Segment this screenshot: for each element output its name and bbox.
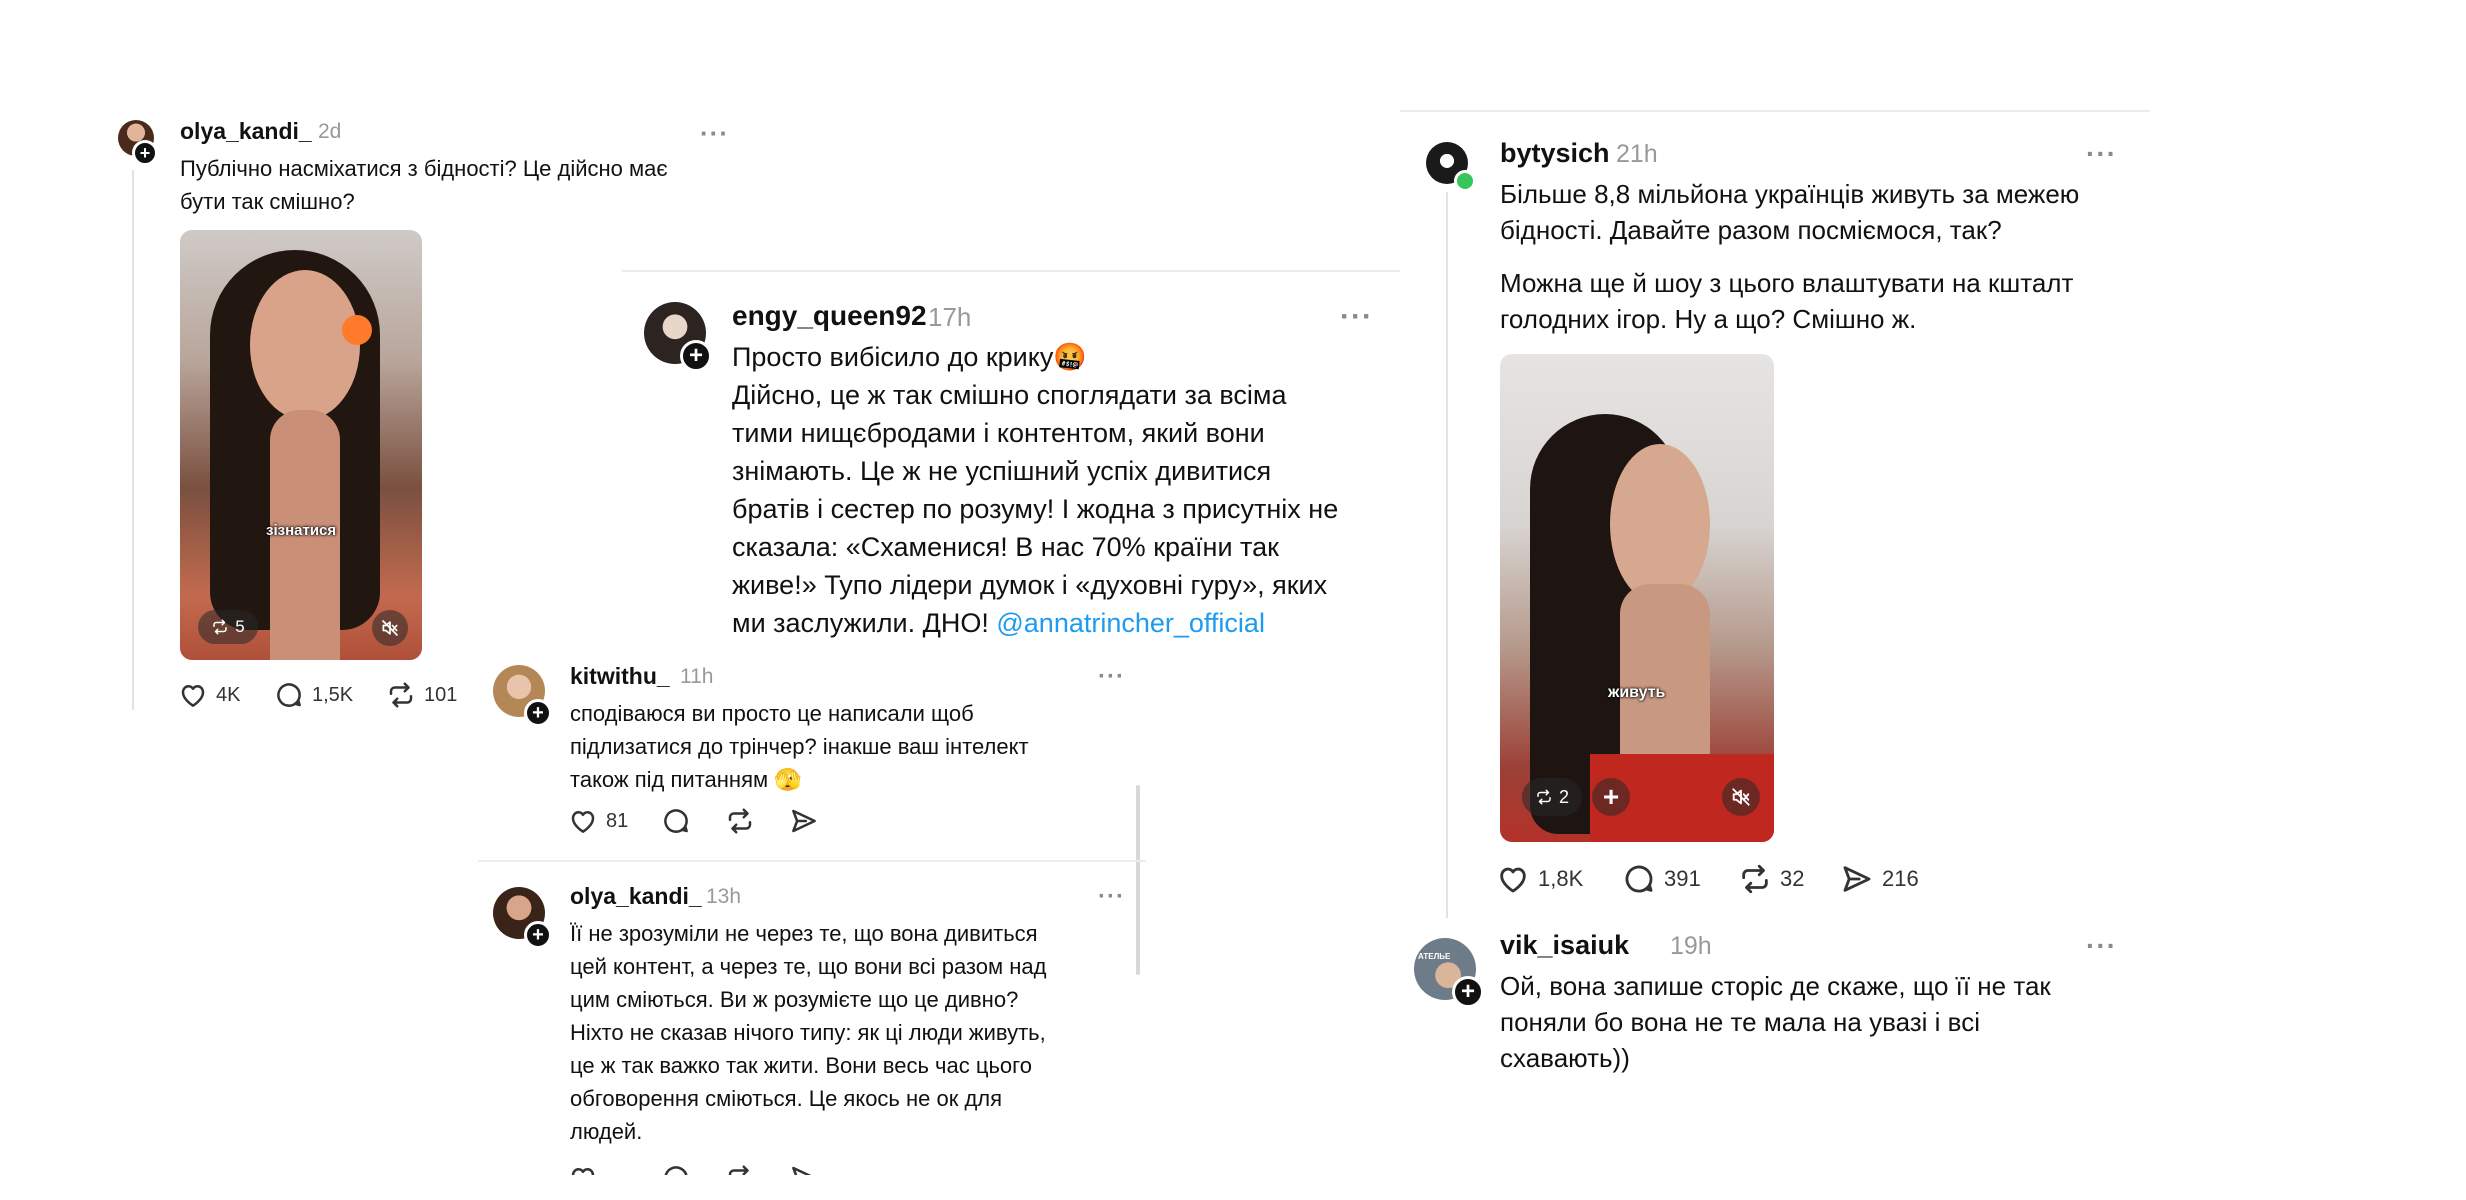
more-options-icon[interactable]: ··· bbox=[700, 120, 729, 146]
post-text: Ой, вона запише сторіс де скаже, що її н… bbox=[1500, 971, 2051, 1073]
timestamp[interactable]: 17h bbox=[928, 302, 971, 333]
scrollbar[interactable] bbox=[1136, 785, 1140, 975]
video-caption: зізнатися bbox=[266, 522, 337, 539]
flower-shape bbox=[342, 315, 372, 345]
repost-icon bbox=[725, 806, 755, 836]
online-status-dot bbox=[1454, 170, 1476, 192]
speaker-muted-icon[interactable] bbox=[1722, 778, 1760, 816]
comment-button[interactable] bbox=[661, 1163, 691, 1175]
more-options-icon[interactable]: ··· bbox=[1340, 302, 1373, 332]
post-vik-isaiuk: АТЕЛЬЕ + vik_isaiuk 19h ··· Ой, вона зап… bbox=[1400, 918, 2150, 1098]
follow-plus-icon[interactable]: + bbox=[680, 340, 712, 372]
username[interactable]: engy_queen92 bbox=[732, 300, 927, 332]
share-button[interactable] bbox=[789, 1163, 819, 1175]
mention-link[interactable]: @annatrincher_official bbox=[996, 608, 1265, 638]
repost-count: 32 bbox=[1780, 866, 1805, 891]
speaker-muted-icon[interactable] bbox=[372, 610, 408, 646]
username[interactable]: olya_kandi_ bbox=[570, 883, 702, 910]
more-options-icon[interactable]: ··· bbox=[1098, 885, 1125, 909]
comment-count: 1,5K bbox=[312, 683, 354, 706]
video-thumbnail[interactable]: живуть 2 + bbox=[1500, 354, 1774, 842]
share-button[interactable] bbox=[789, 806, 819, 836]
heart-icon bbox=[568, 1163, 598, 1175]
repost-button[interactable] bbox=[725, 1163, 755, 1175]
divider bbox=[478, 860, 1146, 862]
comment-button[interactable]: 1,5K bbox=[274, 680, 353, 710]
reply-text: Її не зрозуміли не через те, що вона див… bbox=[570, 921, 1047, 1144]
repost-icon bbox=[1738, 862, 1772, 896]
like-count: 4K bbox=[216, 683, 241, 706]
comment-button[interactable] bbox=[661, 806, 691, 836]
username[interactable]: vik_isaiuk bbox=[1500, 930, 1629, 961]
face-shape bbox=[1610, 444, 1710, 604]
repost-icon bbox=[211, 618, 229, 636]
plus-icon[interactable]: + bbox=[1592, 778, 1630, 816]
repost-button[interactable]: 101 bbox=[386, 680, 457, 710]
face-shape bbox=[250, 270, 360, 420]
repost-button[interactable] bbox=[725, 806, 755, 836]
share-count: 216 bbox=[1882, 866, 1919, 891]
repost-count: 2 bbox=[1558, 786, 1569, 807]
thread-line bbox=[132, 170, 134, 710]
repost-button[interactable]: 32 bbox=[1738, 862, 1804, 896]
timestamp[interactable]: 2d bbox=[318, 120, 341, 144]
avatar-text: АТЕЛЬЕ bbox=[1418, 952, 1451, 961]
like-button[interactable] bbox=[568, 1163, 598, 1175]
more-options-icon[interactable]: ··· bbox=[2086, 140, 2117, 168]
comment-bubble-icon bbox=[661, 1163, 691, 1175]
post-text-last-line: ми заслужили. ДНО! bbox=[732, 608, 997, 638]
video-thumbnail[interactable]: зізнатися 5 bbox=[180, 230, 422, 660]
follow-plus-icon[interactable]: + bbox=[132, 140, 158, 166]
reply-text: сподіваюся ви просто це написали щоб під… bbox=[570, 701, 1029, 792]
thread-line bbox=[1446, 192, 1448, 932]
like-count: 1,8K bbox=[1538, 866, 1584, 891]
comment-bubble-icon bbox=[661, 806, 691, 836]
repost-icon bbox=[386, 680, 416, 710]
timestamp[interactable]: 19h bbox=[1670, 932, 1712, 961]
heart-icon bbox=[178, 680, 208, 710]
video-caption: живуть bbox=[1608, 684, 1666, 701]
post-text: Публічно насміхатися з бідності? Це дійс… bbox=[180, 156, 668, 214]
like-button[interactable]: 1,8K bbox=[1496, 862, 1583, 896]
comment-button[interactable]: 391 bbox=[1622, 862, 1701, 896]
post-bytysich: bytysich 21h ··· Більше 8,8 мільйона укр… bbox=[1400, 110, 2150, 932]
like-button[interactable]: 4K bbox=[178, 680, 240, 710]
paper-plane-icon bbox=[789, 806, 819, 836]
share-button[interactable]: 216 bbox=[1840, 862, 1919, 896]
post-text: Просто вибісило до крику🤬 Дійсно, це ж т… bbox=[732, 342, 1339, 638]
username[interactable]: olya_kandi_ bbox=[180, 118, 312, 145]
follow-plus-icon[interactable]: + bbox=[1452, 976, 1484, 1008]
username[interactable]: kitwithu_ bbox=[570, 663, 670, 690]
timestamp[interactable]: 11h bbox=[680, 665, 713, 689]
timestamp[interactable]: 21h bbox=[1616, 140, 1658, 169]
like-button[interactable]: 81 bbox=[568, 806, 628, 836]
repost-count-pill[interactable]: 2 bbox=[1522, 778, 1582, 816]
heart-icon bbox=[568, 806, 598, 836]
comment-bubble-icon bbox=[274, 680, 304, 710]
repost-count: 101 bbox=[424, 683, 458, 706]
comment-bubble-icon bbox=[1622, 862, 1656, 896]
repost-icon bbox=[1535, 788, 1553, 806]
repost-count: 5 bbox=[235, 617, 245, 636]
repost-icon bbox=[725, 1163, 755, 1175]
follow-plus-icon[interactable]: + bbox=[524, 699, 552, 727]
comment-count: 391 bbox=[1664, 866, 1701, 891]
like-count: 81 bbox=[606, 809, 629, 832]
more-options-icon[interactable]: ··· bbox=[2086, 932, 2117, 960]
more-options-icon[interactable]: ··· bbox=[1098, 665, 1125, 689]
paper-plane-icon bbox=[1840, 862, 1874, 896]
follow-plus-icon[interactable]: + bbox=[524, 921, 552, 949]
username[interactable]: bytysich bbox=[1500, 138, 1610, 169]
heart-icon bbox=[1496, 862, 1530, 896]
timestamp[interactable]: 13h bbox=[706, 885, 741, 909]
paper-plane-icon bbox=[789, 1163, 819, 1175]
repost-count-pill[interactable]: 5 bbox=[198, 610, 258, 644]
replies-card: + kitwithu_ 11h ··· сподіваюся ви просто… bbox=[478, 645, 1146, 1175]
post-text: Більше 8,8 мільйона українців живуть за … bbox=[1500, 179, 2080, 334]
